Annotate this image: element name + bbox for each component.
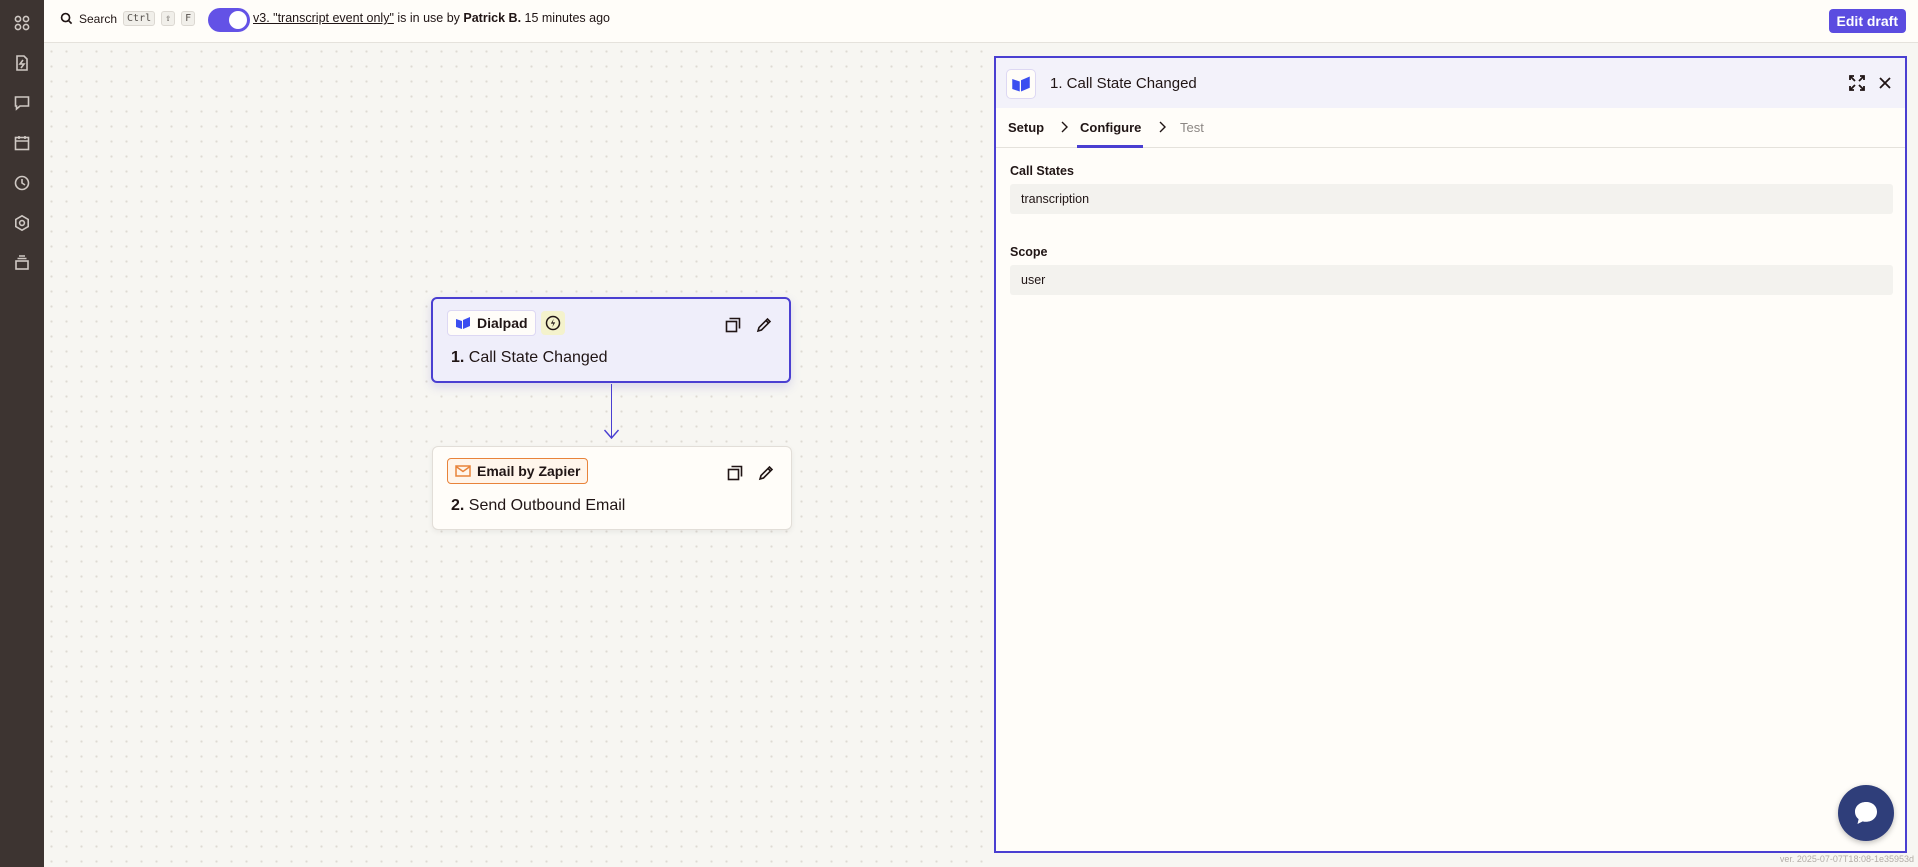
trigger-bolt-icon: [541, 311, 565, 335]
panel-title: 1. Call State Changed: [1050, 75, 1197, 92]
step-name: Call State Changed: [468, 349, 608, 366]
zap-on-off-toggle[interactable]: [208, 8, 250, 32]
app-name: Dialpad: [477, 315, 528, 331]
field-value[interactable]: user: [1010, 265, 1893, 295]
step-card-1[interactable]: Dialpad 1. Call State Changed: [431, 297, 791, 383]
field-scope: Scope user: [1010, 245, 1893, 295]
calendar-icon[interactable]: [11, 132, 33, 154]
settings-icon[interactable]: [11, 212, 33, 234]
status-text: is in use by: [393, 11, 464, 25]
app-name: Email by Zapier: [477, 463, 581, 479]
chat-bubble-icon: [1855, 802, 1877, 824]
top-bar: Search Ctrl ⇧ F v3. "transcript event on…: [44, 0, 1918, 43]
step-tabs: Setup Configure Test: [996, 108, 1905, 148]
active-tab-indicator: [1077, 145, 1143, 148]
edit-step-icon[interactable]: [755, 316, 773, 334]
tab-setup[interactable]: Setup: [1008, 120, 1044, 135]
field-label: Scope: [1010, 245, 1048, 259]
chevron-right-icon: [1156, 120, 1168, 134]
step-detail-panel: 1. Call State Changed Setup Configure Te…: [994, 56, 1907, 853]
expand-icon[interactable]: [1847, 73, 1867, 93]
step-card-2[interactable]: Email by Zapier 2. Send Outbound Email: [432, 446, 792, 530]
app-chip-email: Email by Zapier: [447, 458, 589, 484]
field-call-states: Call States transcription: [1010, 164, 1893, 214]
close-icon[interactable]: [1875, 73, 1895, 93]
step-number: 2.: [451, 497, 465, 514]
app-chip-dialpad: Dialpad: [447, 310, 536, 336]
chat-icon[interactable]: [11, 92, 33, 114]
field-label: Call States: [1010, 164, 1074, 178]
field-value[interactable]: transcription: [1010, 184, 1893, 214]
tab-test[interactable]: Test: [1180, 120, 1204, 135]
chat-support-button[interactable]: [1838, 785, 1894, 841]
duplicate-step-icon[interactable]: [724, 316, 742, 334]
chevron-right-icon: [1058, 120, 1070, 134]
shortcut-key-shift: ⇧: [161, 11, 176, 26]
arrow-down-icon: [603, 429, 620, 440]
duplicate-step-icon[interactable]: [726, 464, 744, 482]
version-footer: ver. 2025-07-07T18:08-1e35953d: [1779, 854, 1914, 864]
version-link[interactable]: v3. "transcript event only": [253, 11, 394, 25]
dialpad-logo-icon: [456, 317, 470, 329]
tab-configure[interactable]: Configure: [1080, 120, 1141, 135]
zap-file-icon[interactable]: [11, 52, 33, 74]
time-ago: 15 minutes ago: [521, 11, 610, 25]
toggle-knob: [229, 11, 247, 29]
search-icon: [60, 12, 73, 25]
history-icon[interactable]: [11, 172, 33, 194]
left-rail: [0, 0, 44, 867]
search-trigger[interactable]: Search Ctrl ⇧ F: [60, 11, 196, 26]
step-number: 1.: [451, 349, 465, 366]
stack-icon[interactable]: [11, 252, 33, 274]
edit-step-icon[interactable]: [757, 464, 775, 482]
shortcut-key-ctrl: Ctrl: [123, 11, 156, 26]
version-status: v3. "transcript event only" is in use by…: [253, 11, 610, 25]
shortcut-key-f: F: [181, 11, 196, 26]
panel-header: 1. Call State Changed: [996, 58, 1905, 108]
apps-grid-icon[interactable]: [11, 12, 33, 34]
step-title: 1. Call State Changed: [451, 349, 608, 367]
step-name: Send Outbound Email: [468, 497, 626, 514]
envelope-icon: [455, 465, 471, 477]
search-label: Search: [79, 11, 118, 26]
dialpad-logo-icon: [1006, 69, 1036, 99]
edit-draft-button[interactable]: Edit draft: [1828, 9, 1906, 33]
user-name: Patrick B.: [463, 11, 522, 25]
step-title: 2. Send Outbound Email: [451, 497, 625, 515]
